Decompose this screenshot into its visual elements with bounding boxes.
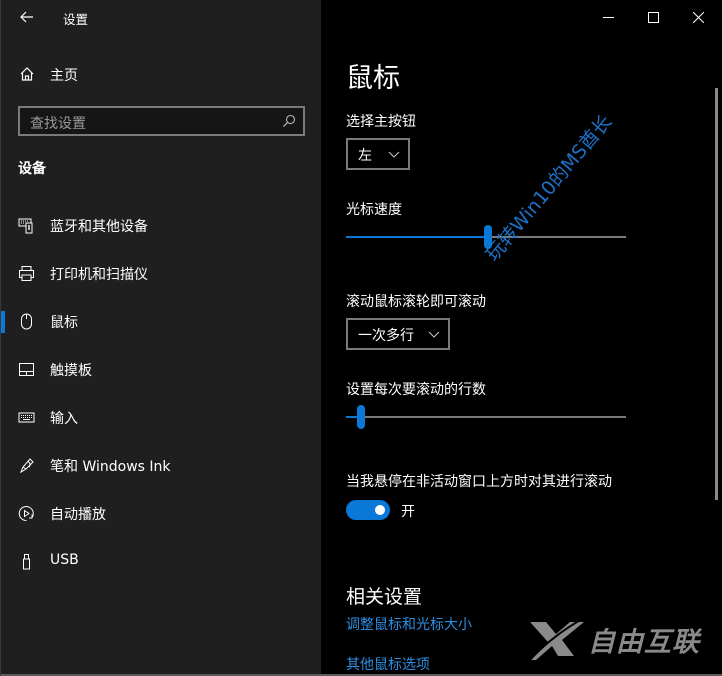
search-input[interactable]: 查找设置: [18, 106, 305, 136]
pen-icon: [19, 458, 34, 474]
autoplay-icon: [18, 506, 34, 522]
link-adjust-mouse-cursor-size[interactable]: 调整鼠标和光标大小: [346, 614, 472, 634]
cursor-speed-label: 光标速度: [346, 202, 402, 218]
sidebar-item-label: 主页: [50, 68, 78, 84]
close-button[interactable]: [675, 0, 721, 34]
sidebar-item-typing[interactable]: 输入: [1, 397, 321, 437]
arrow-left-icon: [20, 11, 33, 23]
sidebar-item-home[interactable]: 主页: [1, 58, 321, 90]
usb-icon: [23, 554, 30, 570]
link-additional-mouse-options[interactable]: 其他鼠标选项: [346, 654, 430, 674]
scrollbar[interactable]: [715, 88, 718, 500]
primary-button-label: 选择主按钮: [346, 114, 416, 130]
selection-indicator: [1, 311, 5, 333]
maximize-icon: [647, 11, 659, 23]
settings-window: 设置 主页 查找设置 设备 蓝牙和其他设备 打印机和扫描仪 鼠标 触摸板 输入 …: [0, 0, 722, 676]
sidebar-item-label: 蓝牙和其他设备: [50, 219, 148, 235]
watermark-logo: 自由互联: [526, 612, 711, 664]
dropdown-value: 一次多行: [358, 328, 414, 344]
search-icon[interactable]: [282, 114, 296, 128]
dropdown-value: 左: [358, 148, 372, 164]
inactive-scroll-label: 当我悬停在非活动窗口上方时对其进行滚动: [346, 474, 612, 490]
related-settings-heading: 相关设置: [346, 586, 423, 608]
page-title: 鼠标: [346, 63, 400, 94]
back-button[interactable]: [15, 6, 39, 28]
app-title: 设置: [63, 12, 89, 27]
printer-icon: [19, 266, 34, 281]
toggle-knob: [375, 505, 385, 515]
slider-fill: [346, 416, 357, 418]
minimize-button[interactable]: [585, 0, 631, 34]
sidebar-item-autoplay[interactable]: 自动播放: [1, 493, 321, 533]
sidebar-item-touchpad[interactable]: 触摸板: [1, 349, 321, 389]
maximize-button[interactable]: [630, 0, 676, 34]
home-icon: [20, 67, 34, 81]
touchpad-icon: [19, 363, 34, 376]
chevron-down-icon: [428, 331, 440, 338]
sidebar-item-pen[interactable]: 笔和 Windows Ink: [1, 445, 321, 485]
sidebar-item-mouse[interactable]: 鼠标: [1, 301, 321, 341]
scroll-mode-dropdown[interactable]: 一次多行: [346, 318, 450, 350]
sidebar-item-label: 输入: [50, 411, 78, 427]
sidebar-item-usb[interactable]: USB: [1, 541, 321, 581]
inactive-scroll-toggle[interactable]: [346, 500, 390, 520]
scroll-mode-label: 滚动鼠标滚轮即可滚动: [346, 294, 486, 310]
sidebar-item-label: 打印机和扫描仪: [50, 267, 148, 283]
mouse-icon: [21, 313, 32, 330]
sidebar-item-label: 触摸板: [50, 363, 92, 379]
scroll-lines-label: 设置每次要滚动的行数: [346, 382, 486, 398]
sidebar-item-label: 笔和 Windows Ink: [50, 459, 171, 475]
sidebar-item-bluetooth[interactable]: 蓝牙和其他设备: [1, 205, 321, 245]
slider-track: [346, 416, 626, 418]
slider-thumb[interactable]: [357, 405, 365, 429]
primary-button-dropdown[interactable]: 左: [346, 138, 410, 170]
bluetooth-devices-icon: [18, 218, 33, 234]
minimize-icon: [602, 16, 614, 18]
close-icon: [692, 11, 704, 23]
slider-fill: [346, 236, 484, 238]
sidebar-item-label: USB: [50, 552, 79, 568]
logo-x-icon: [527, 617, 585, 663]
sidebar-item-printers[interactable]: 打印机和扫描仪: [1, 253, 321, 293]
sidebar-item-label: 自动播放: [50, 507, 106, 523]
search-placeholder: 查找设置: [30, 116, 86, 132]
toggle-state-label: 开: [401, 504, 415, 520]
keyboard-icon: [18, 412, 35, 423]
sidebar-item-label: 鼠标: [50, 315, 78, 331]
chevron-down-icon: [388, 151, 400, 158]
scroll-lines-slider[interactable]: [346, 405, 626, 429]
sidebar: 设置 主页 查找设置 设备 蓝牙和其他设备 打印机和扫描仪 鼠标 触摸板 输入 …: [1, 0, 321, 676]
section-heading: 设备: [18, 161, 46, 177]
logo-text: 自由互联: [588, 627, 700, 658]
